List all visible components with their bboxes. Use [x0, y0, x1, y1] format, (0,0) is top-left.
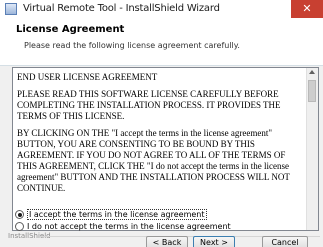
- next-button[interactable]: Next >: [193, 236, 235, 247]
- license-heading: END USER LICENSE AGREEMENT: [17, 72, 158, 82]
- decline-radio[interactable]: [15, 222, 24, 231]
- license-paragraph-part: BY CLICKING ON THE "I accept the terms i…: [17, 128, 290, 171]
- cancel-button[interactable]: Cancel: [262, 236, 308, 247]
- close-button[interactable]: ✕: [291, 0, 323, 18]
- license-text-box[interactable]: END USER LICENSE AGREEMENT PLEASE READ T…: [12, 67, 319, 231]
- license-paragraph-part: agreement" BUTTON AND THE INSTALLATION P…: [17, 172, 290, 193]
- license-scrollbar[interactable]: [306, 68, 318, 230]
- decline-label[interactable]: I do not accept the terms in the license…: [27, 222, 231, 231]
- installer-icon: [5, 3, 17, 15]
- page-subtitle: Please read the following license agreem…: [24, 41, 240, 50]
- scroll-up-icon[interactable]: [309, 70, 315, 74]
- title-bar: Virtual Remote Tool - InstallShield Wiza…: [0, 0, 323, 19]
- license-paragraph: BY CLICKING ON THE "I accept the terms i…: [17, 128, 307, 194]
- installer-window: Virtual Remote Tool - InstallShield Wiza…: [0, 0, 323, 247]
- license-paragraph: PLEASE READ THIS SOFTWARE LICENSE CAREFU…: [17, 89, 281, 121]
- license-text: END USER LICENSE AGREEMENT PLEASE READ T…: [17, 72, 307, 194]
- accept-option[interactable]: I accept the terms in the license agreem…: [15, 209, 207, 220]
- back-button[interactable]: < Back: [146, 236, 188, 247]
- window-title: Virtual Remote Tool - InstallShield Wiza…: [23, 3, 220, 14]
- wizard-header: License Agreement Please read the follow…: [0, 19, 323, 66]
- accept-radio[interactable]: [15, 210, 24, 219]
- scroll-thumb[interactable]: [308, 80, 316, 102]
- page-title: License Agreement: [16, 24, 125, 35]
- decline-option[interactable]: I do not accept the terms in the license…: [15, 222, 231, 231]
- accept-label[interactable]: I accept the terms in the license agreem…: [27, 209, 207, 220]
